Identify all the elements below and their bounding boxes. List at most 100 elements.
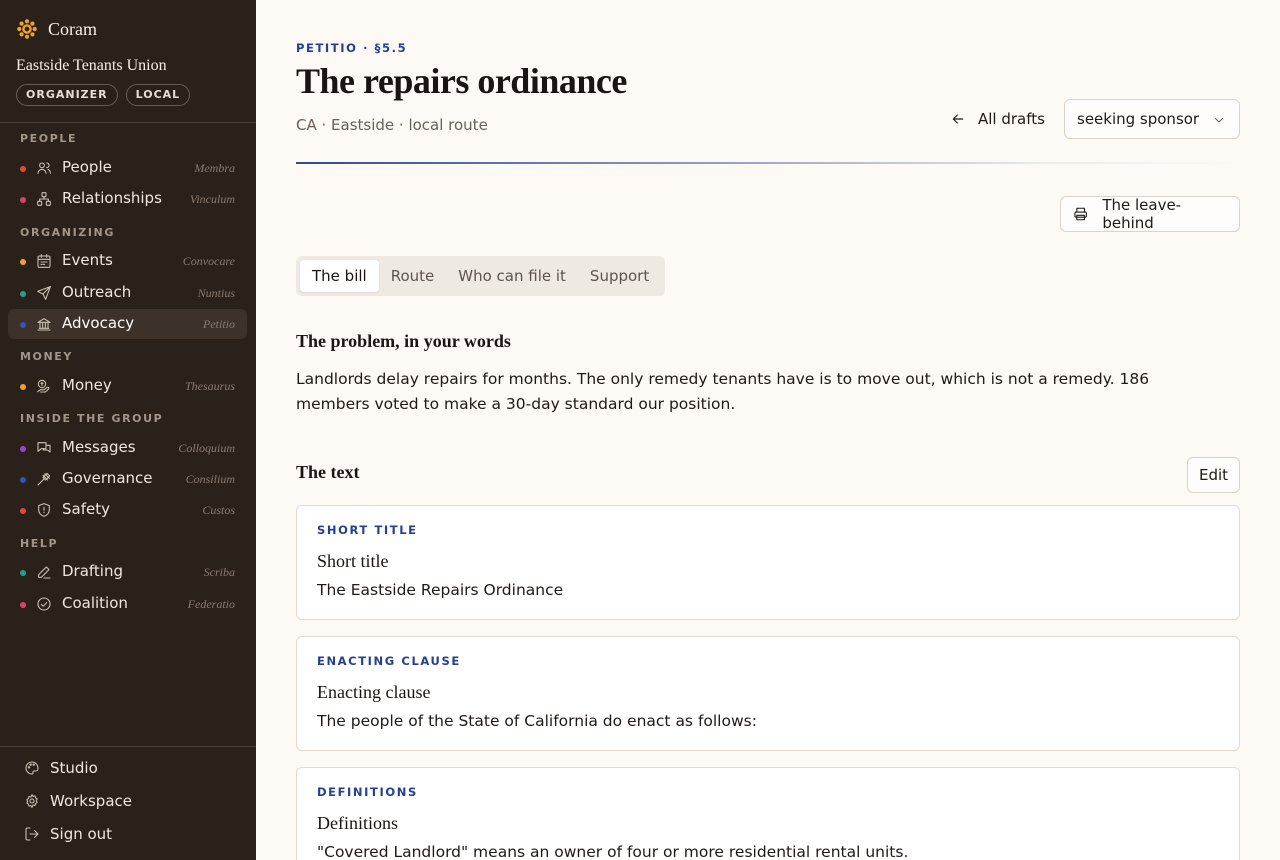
send-icon [36,285,52,301]
sidebar-item-latin: Thesaurus [184,379,235,393]
palette-icon [25,761,39,775]
sidebar-item-people[interactable]: People Membra [8,153,247,183]
clause-card-short-title: SHORT TITLE Short title The Eastside Rep… [296,505,1240,620]
messages-icon [36,440,52,456]
sidebar-item-latin: Petitio [203,317,235,331]
title-divider [296,162,1240,164]
network-icon [36,191,52,207]
sun-logo-icon [17,19,37,39]
sidebar-item-governance[interactable]: Governance Consilium [8,464,247,494]
tab-who-can-file-it[interactable]: Who can file it [446,260,578,292]
tab-route[interactable]: Route [379,260,447,292]
status-dot [20,291,26,297]
all-drafts-label: All drafts [978,110,1045,128]
text-heading: The text [296,462,360,482]
clause-title: Short title [317,551,389,571]
clause-body: The people of the State of California do… [317,712,757,730]
status-dot [20,322,26,328]
main-content: PETITIO · §5.5 The repairs ordinance CA … [256,0,1280,860]
role-badge-organizer: ORGANIZER [16,84,118,106]
status-select[interactable]: seeking sponsor [1064,99,1240,139]
pen-icon [36,564,52,580]
sidebar-footer-divider [0,746,256,747]
sidebar-item-money[interactable]: Money Thesaurus [8,371,247,401]
status-dot [20,570,26,576]
clause-card-definitions: DEFINITIONS Definitions "Covered Landlor… [296,767,1240,860]
status-dot [20,477,26,483]
sidebar-footer-sign-out[interactable]: Sign out [24,825,112,843]
sidebar-footer-workspace[interactable]: Workspace [24,792,132,810]
sidebar-item-label: Events [62,251,113,269]
sidebar-item-label: Coalition [62,594,128,612]
problem-text: Landlords delay repairs for months. The … [296,370,1150,413]
sidebar-item-label: Messages [62,438,136,456]
page-subtitle: CA · Eastside · local route [296,116,488,134]
sidebar-divider [0,122,256,123]
leave-behind-button[interactable]: The leave-behind [1060,196,1240,232]
nav-section-people: PEOPLE [20,132,78,145]
sidebar-footer-studio[interactable]: Studio [24,759,98,777]
status-dot [20,446,26,452]
sidebar-item-safety[interactable]: Safety Custos [8,495,247,525]
tab-support[interactable]: Support [578,260,661,292]
sidebar-item-outreach[interactable]: Outreach Nuntius [8,278,247,308]
sidebar-item-latin: Consilium [185,472,235,486]
sidebar-item-label: Money [62,376,112,394]
sidebar-item-relationships[interactable]: Relationships Vinculum [8,184,247,214]
sidebar-item-latin: Nuntius [197,286,235,300]
money-icon [36,378,52,394]
page-eyebrow: PETITIO · §5.5 [296,41,408,55]
sidebar-item-latin: Convocare [182,254,235,268]
all-drafts-link[interactable]: All drafts [950,108,1045,130]
sidebar-item-latin: Custos [202,503,235,517]
nav-section-organizing: ORGANIZING [20,226,115,239]
gavel-icon [36,471,52,487]
sidebar-item-label: People [62,158,112,176]
status-dot [20,166,26,172]
users-icon [36,160,52,176]
sidebar-item-label: Advocacy [62,314,135,332]
edit-text-button[interactable]: Edit [1187,457,1240,493]
status-dot [20,508,26,514]
clause-body: "Covered Landlord" means an owner of fou… [317,843,909,860]
role-badge-local: LOCAL [125,84,191,106]
page-title: The repairs ordinance [296,61,627,101]
sidebar-item-coalition[interactable]: Coalition Federatio [8,589,247,619]
sign-out-icon [25,827,39,841]
nav-section-inside-the-group: INSIDE THE GROUP [20,412,164,425]
check-circle-icon [36,596,52,612]
sidebar-item-label: Outreach [62,283,132,301]
sidebar-item-latin: Membra [194,161,235,175]
sidebar-item-label: Relationships [62,189,162,207]
sidebar-item-advocacy[interactable]: Advocacy Petitio [8,309,247,339]
sidebar-footer-label: Studio [50,759,98,777]
chevron-down-icon [1215,118,1223,123]
sidebar-item-drafting[interactable]: Drafting Scriba [8,557,247,587]
sidebar-item-events[interactable]: Events Convocare [8,246,247,276]
landmark-icon [36,316,52,332]
org-name[interactable]: Eastside Tenants Union [16,57,167,75]
status-select-value: seeking sponsor [1077,110,1200,128]
status-dot [20,602,26,608]
printer-icon [1074,207,1087,221]
gear-icon [26,794,38,808]
sidebar: Coram Eastside Tenants Union ORGANIZER L… [0,0,256,860]
sidebar-item-label: Drafting [62,562,124,580]
sidebar-footer-label: Sign out [50,825,113,843]
sidebar-item-messages[interactable]: Messages Colloquium [8,433,247,463]
clause-card-enacting-clause: ENACTING CLAUSE Enacting clause The peop… [296,636,1240,751]
status-dot [20,384,26,390]
clause-title: Definitions [317,813,398,833]
nav-section-help: HELP [20,537,59,550]
clause-tag: ENACTING CLAUSE [317,654,461,668]
leave-behind-label: The leave-behind [1102,196,1182,232]
problem-heading: The problem, in your words [296,331,511,351]
clause-body: The Eastside Repairs Ordinance [317,581,564,599]
sidebar-item-latin: Vinculum [189,192,235,206]
tab-the-bill[interactable]: The bill [300,260,379,292]
brand[interactable]: Coram [16,18,97,40]
shield-icon [36,502,52,518]
sidebar-item-label: Safety [62,500,110,518]
sidebar-item-latin: Colloquium [178,441,235,455]
sidebar-item-label: Governance [62,469,153,487]
